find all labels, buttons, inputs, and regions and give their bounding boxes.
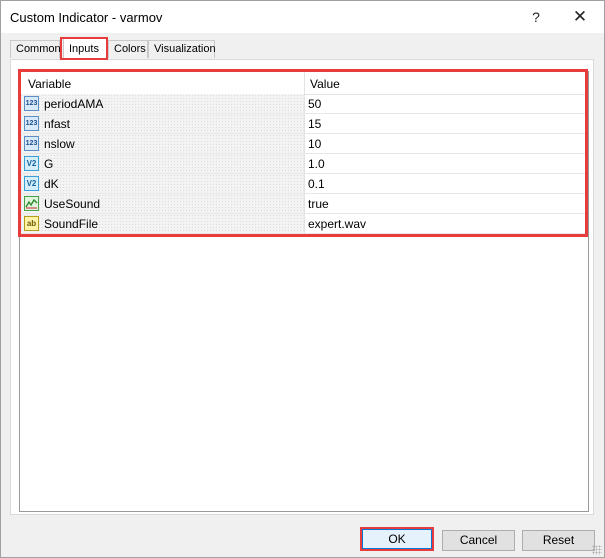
resize-grip-icon[interactable]: [592, 545, 602, 555]
ok-button[interactable]: OK: [362, 529, 432, 549]
tab-common[interactable]: Common: [10, 40, 61, 58]
inputs-tab-highlight: [60, 37, 108, 60]
help-button[interactable]: ?: [514, 1, 558, 33]
reset-button[interactable]: Reset: [522, 530, 595, 551]
tab-visualization[interactable]: Visualization: [148, 40, 216, 58]
window-title: Custom Indicator - varmov: [10, 10, 163, 25]
close-button[interactable]: ✕: [558, 1, 602, 33]
tab-colors[interactable]: Colors: [108, 40, 148, 58]
inputs-grid-highlight: [18, 69, 588, 237]
cancel-button[interactable]: Cancel: [442, 530, 515, 551]
dialog-window: Custom Indicator - varmov ? ✕ Common Inp…: [0, 0, 605, 558]
title-bar: Custom Indicator - varmov ? ✕: [1, 1, 604, 33]
